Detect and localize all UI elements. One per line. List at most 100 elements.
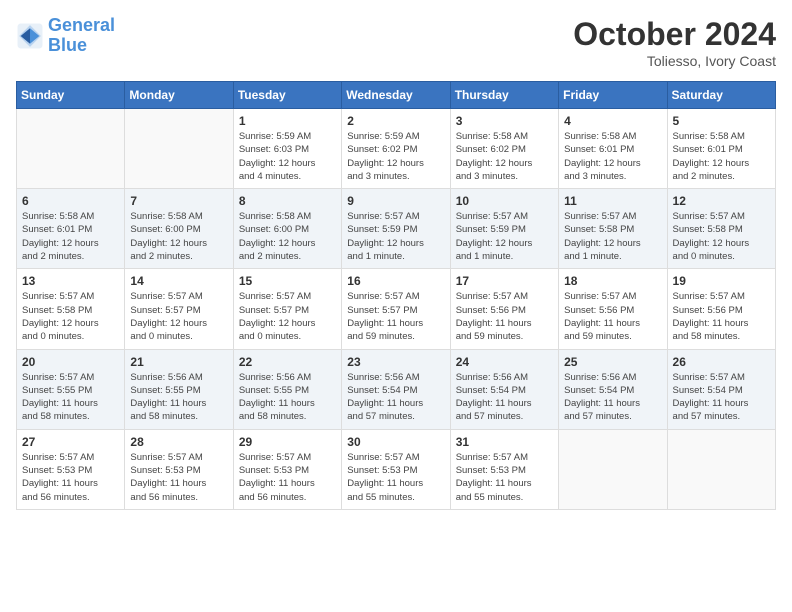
day-info: Sunrise: 5:59 AM Sunset: 6:02 PM Dayligh…: [347, 130, 444, 183]
day-info: Sunrise: 5:57 AM Sunset: 5:53 PM Dayligh…: [130, 451, 227, 504]
calendar-cell: [667, 429, 775, 509]
day-info: Sunrise: 5:56 AM Sunset: 5:54 PM Dayligh…: [456, 371, 553, 424]
title-block: October 2024 Toliesso, Ivory Coast: [573, 16, 776, 69]
calendar-cell: 19 Sunrise: 5:57 AM Sunset: 5:56 PM Dayli…: [667, 269, 775, 349]
header-thursday: Thursday: [450, 82, 558, 109]
calendar-cell: 26Sunrise: 5:57 AM Sunset: 5:54 PM Dayli…: [667, 349, 775, 429]
day-info: Sunrise: 5:57 AM Sunset: 5:59 PM Dayligh…: [347, 210, 444, 263]
day-info: Sunrise: 5:59 AM Sunset: 6:03 PM Dayligh…: [239, 130, 336, 183]
week-row-1: 1 Sunrise: 5:59 AM Sunset: 6:03 PM Daylig…: [17, 109, 776, 189]
day-info: Sunrise: 5:57 AM Sunset: 5:57 PM Dayligh…: [239, 290, 336, 343]
day-info: Sunrise: 5:58 AM Sunset: 6:02 PM Dayligh…: [456, 130, 553, 183]
day-number: 25: [564, 355, 661, 369]
calendar-cell: 9 Sunrise: 5:57 AM Sunset: 5:59 PM Daylig…: [342, 189, 450, 269]
day-number: 27: [22, 435, 119, 449]
calendar-cell: 29 Sunrise: 5:57 AM Sunset: 5:53 PM Dayli…: [233, 429, 341, 509]
week-row-5: 27 Sunrise: 5:57 AM Sunset: 5:53 PM Dayli…: [17, 429, 776, 509]
day-number: 13: [22, 274, 119, 288]
day-number: 8: [239, 194, 336, 208]
calendar-cell: 8 Sunrise: 5:58 AM Sunset: 6:00 PM Daylig…: [233, 189, 341, 269]
day-number: 10: [456, 194, 553, 208]
calendar-cell: 7Sunrise: 5:58 AM Sunset: 6:00 PM Daylig…: [125, 189, 233, 269]
week-row-3: 13 Sunrise: 5:57 AM Sunset: 5:58 PM Dayli…: [17, 269, 776, 349]
day-number: 12: [673, 194, 770, 208]
calendar-cell: 21 Sunrise: 5:56 AM Sunset: 5:55 PM Dayli…: [125, 349, 233, 429]
calendar-cell: 3 Sunrise: 5:58 AM Sunset: 6:02 PM Daylig…: [450, 109, 558, 189]
day-info: Sunrise: 5:57 AM Sunset: 5:54 PM Dayligh…: [673, 371, 770, 424]
day-number: 24: [456, 355, 553, 369]
calendar-cell: 27 Sunrise: 5:57 AM Sunset: 5:53 PM Dayli…: [17, 429, 125, 509]
day-info: Sunrise: 5:57 AM Sunset: 5:56 PM Dayligh…: [564, 290, 661, 343]
page-header: General Blue October 2024 Toliesso, Ivor…: [16, 16, 776, 69]
header-saturday: Saturday: [667, 82, 775, 109]
calendar-cell: 12 Sunrise: 5:57 AM Sunset: 5:58 PM Dayli…: [667, 189, 775, 269]
day-info: Sunrise: 5:58 AM Sunset: 6:00 PM Dayligh…: [239, 210, 336, 263]
calendar-cell: 31Sunrise: 5:57 AM Sunset: 5:53 PM Dayli…: [450, 429, 558, 509]
day-number: 20: [22, 355, 119, 369]
calendar-cell: 5 Sunrise: 5:58 AM Sunset: 6:01 PM Daylig…: [667, 109, 775, 189]
day-number: 2: [347, 114, 444, 128]
day-info: Sunrise: 5:57 AM Sunset: 5:58 PM Dayligh…: [22, 290, 119, 343]
calendar-cell: 22Sunrise: 5:56 AM Sunset: 5:55 PM Dayli…: [233, 349, 341, 429]
location-subtitle: Toliesso, Ivory Coast: [573, 53, 776, 69]
day-info: Sunrise: 5:56 AM Sunset: 5:55 PM Dayligh…: [239, 371, 336, 424]
day-number: 28: [130, 435, 227, 449]
day-number: 15: [239, 274, 336, 288]
day-info: Sunrise: 5:56 AM Sunset: 5:55 PM Dayligh…: [130, 371, 227, 424]
day-info: Sunrise: 5:58 AM Sunset: 6:01 PM Dayligh…: [673, 130, 770, 183]
calendar-cell: 10 Sunrise: 5:57 AM Sunset: 5:59 PM Dayli…: [450, 189, 558, 269]
day-info: Sunrise: 5:58 AM Sunset: 6:01 PM Dayligh…: [564, 130, 661, 183]
calendar-table: SundayMondayTuesdayWednesdayThursdayFrid…: [16, 81, 776, 510]
day-number: 5: [673, 114, 770, 128]
day-info: Sunrise: 5:57 AM Sunset: 5:53 PM Dayligh…: [22, 451, 119, 504]
calendar-cell: 6 Sunrise: 5:58 AM Sunset: 6:01 PM Daylig…: [17, 189, 125, 269]
day-info: Sunrise: 5:57 AM Sunset: 5:53 PM Dayligh…: [239, 451, 336, 504]
day-number: 31: [456, 435, 553, 449]
day-number: 19: [673, 274, 770, 288]
day-info: Sunrise: 5:57 AM Sunset: 5:55 PM Dayligh…: [22, 371, 119, 424]
day-info: Sunrise: 5:58 AM Sunset: 6:01 PM Dayligh…: [22, 210, 119, 263]
day-number: 1: [239, 114, 336, 128]
day-number: 11: [564, 194, 661, 208]
calendar-cell: [17, 109, 125, 189]
month-title: October 2024: [573, 16, 776, 53]
day-number: 21: [130, 355, 227, 369]
calendar-cell: 11 Sunrise: 5:57 AM Sunset: 5:58 PM Dayli…: [559, 189, 667, 269]
day-number: 6: [22, 194, 119, 208]
calendar-cell: 2 Sunrise: 5:59 AM Sunset: 6:02 PM Daylig…: [342, 109, 450, 189]
day-number: 29: [239, 435, 336, 449]
day-number: 17: [456, 274, 553, 288]
calendar-cell: 20 Sunrise: 5:57 AM Sunset: 5:55 PM Dayli…: [17, 349, 125, 429]
day-number: 23: [347, 355, 444, 369]
header-wednesday: Wednesday: [342, 82, 450, 109]
day-number: 16: [347, 274, 444, 288]
day-info: Sunrise: 5:57 AM Sunset: 5:58 PM Dayligh…: [673, 210, 770, 263]
day-info: Sunrise: 5:57 AM Sunset: 5:56 PM Dayligh…: [673, 290, 770, 343]
day-info: Sunrise: 5:57 AM Sunset: 5:57 PM Dayligh…: [347, 290, 444, 343]
day-info: Sunrise: 5:56 AM Sunset: 5:54 PM Dayligh…: [564, 371, 661, 424]
day-info: Sunrise: 5:57 AM Sunset: 5:59 PM Dayligh…: [456, 210, 553, 263]
header-tuesday: Tuesday: [233, 82, 341, 109]
logo: General Blue: [16, 16, 115, 56]
calendar-cell: [559, 429, 667, 509]
calendar-cell: 25 Sunrise: 5:56 AM Sunset: 5:54 PM Dayli…: [559, 349, 667, 429]
calendar-cell: 28 Sunrise: 5:57 AM Sunset: 5:53 PM Dayli…: [125, 429, 233, 509]
day-number: 7: [130, 194, 227, 208]
day-info: Sunrise: 5:57 AM Sunset: 5:53 PM Dayligh…: [347, 451, 444, 504]
calendar-cell: 4 Sunrise: 5:58 AM Sunset: 6:01 PM Daylig…: [559, 109, 667, 189]
day-number: 18: [564, 274, 661, 288]
calendar-cell: 23Sunrise: 5:56 AM Sunset: 5:54 PM Dayli…: [342, 349, 450, 429]
day-number: 14: [130, 274, 227, 288]
header-monday: Monday: [125, 82, 233, 109]
calendar-cell: [125, 109, 233, 189]
calendar-cell: 15 Sunrise: 5:57 AM Sunset: 5:57 PM Dayli…: [233, 269, 341, 349]
calendar-cell: 16 Sunrise: 5:57 AM Sunset: 5:57 PM Dayli…: [342, 269, 450, 349]
week-row-2: 6 Sunrise: 5:58 AM Sunset: 6:01 PM Daylig…: [17, 189, 776, 269]
header-friday: Friday: [559, 82, 667, 109]
day-number: 4: [564, 114, 661, 128]
calendar-header-row: SundayMondayTuesdayWednesdayThursdayFrid…: [17, 82, 776, 109]
day-number: 3: [456, 114, 553, 128]
day-number: 9: [347, 194, 444, 208]
day-info: Sunrise: 5:57 AM Sunset: 5:58 PM Dayligh…: [564, 210, 661, 263]
calendar-cell: 17Sunrise: 5:57 AM Sunset: 5:56 PM Dayli…: [450, 269, 558, 349]
